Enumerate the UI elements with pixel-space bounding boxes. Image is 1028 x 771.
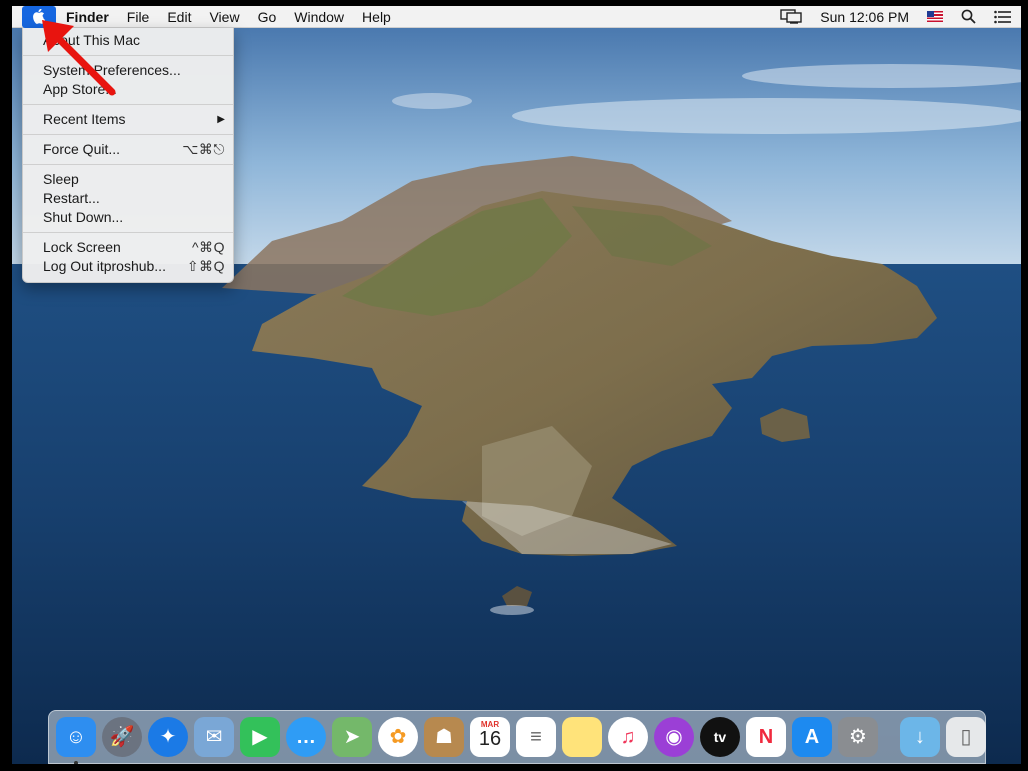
menu-separator: [23, 232, 233, 233]
menu-separator: [23, 134, 233, 135]
reminders-icon[interactable]: ≡: [516, 717, 556, 757]
launchpad-icon[interactable]: 🚀: [102, 717, 142, 757]
menu-item-lock-screen[interactable]: Lock Screen ^⌘Q: [23, 238, 233, 257]
facetime-glyph: ▶: [252, 726, 268, 748]
trash-icon[interactable]: ▯: [946, 717, 986, 757]
podcasts-glyph: ◉: [665, 726, 683, 748]
menu-help[interactable]: Help: [353, 6, 400, 28]
restart-label: Restart...: [43, 190, 100, 206]
recent-items-label: Recent Items: [43, 111, 126, 127]
menubar-clock[interactable]: Sun 12:06 PM: [820, 9, 909, 25]
app-store-label: App Store...: [43, 81, 117, 97]
downloads-folder-glyph: ↓: [915, 726, 925, 748]
menu-view[interactable]: View: [200, 6, 248, 28]
menu-item-recent-items[interactable]: Recent Items ▶: [23, 110, 233, 129]
facetime-icon[interactable]: ▶: [240, 717, 280, 757]
photos-icon[interactable]: ✿: [378, 717, 418, 757]
mail-glyph: ✉: [205, 726, 223, 748]
menu-item-log-out[interactable]: Log Out itproshub... ⇧⌘Q: [23, 257, 233, 276]
app-store-icon[interactable]: A: [792, 717, 832, 757]
reminders-glyph: ≡: [530, 726, 542, 748]
menu-edit[interactable]: Edit: [158, 6, 200, 28]
menu-item-sleep[interactable]: Sleep: [23, 170, 233, 189]
status-area: Sun 12:06 PM: [771, 6, 1021, 28]
system-preferences-icon[interactable]: ⚙: [838, 717, 878, 757]
menu-separator: [23, 104, 233, 105]
menu-item-about-this-mac[interactable]: About This Mac: [23, 31, 233, 50]
system-preferences-label: System Preferences...: [43, 62, 181, 78]
force-quit-label: Force Quit...: [43, 141, 121, 157]
downloads-folder-icon[interactable]: ↓: [900, 717, 940, 757]
submenu-arrow-icon: ▶: [217, 114, 225, 125]
dock: ☺ 🚀 ✦ ✉ ▶ … ➤ ✿ ☗ MAR 16 ≡ ♫ ◉ tv N A ⚙ ↓ ▯: [48, 710, 986, 764]
maps-icon[interactable]: ➤: [332, 717, 372, 757]
podcasts-icon[interactable]: ◉: [654, 717, 694, 757]
finder-glyph: ☺: [65, 726, 87, 748]
desktop-screen: Finder File Edit View Go Window Help Sun…: [12, 6, 1021, 764]
menu-item-app-store[interactable]: App Store...: [23, 80, 233, 99]
calendar-day-label: 16: [478, 728, 502, 750]
log-out-label: Log Out itproshub...: [43, 258, 166, 274]
trash-glyph: ▯: [960, 726, 972, 748]
apple-menu-button[interactable]: [22, 6, 56, 28]
menu-item-system-preferences[interactable]: System Preferences...: [23, 61, 233, 80]
safari-icon[interactable]: ✦: [148, 717, 188, 757]
news-icon[interactable]: N: [746, 717, 786, 757]
contacts-glyph: ☗: [435, 726, 453, 748]
music-glyph: ♫: [620, 726, 636, 748]
contacts-icon[interactable]: ☗: [424, 717, 464, 757]
us-flag-input-icon[interactable]: [927, 11, 943, 22]
spotlight-search-icon[interactable]: [961, 9, 976, 24]
running-indicator: [74, 761, 78, 764]
apple-logo-icon: [32, 9, 45, 24]
music-icon[interactable]: ♫: [608, 717, 648, 757]
display-mirroring-icon[interactable]: [780, 9, 802, 24]
mail-icon[interactable]: ✉: [194, 717, 234, 757]
menu-item-force-quit[interactable]: Force Quit... ⌥⌘⎋: [23, 140, 233, 159]
apple-menu-dropdown: About This Mac System Preferences... App…: [22, 28, 234, 283]
messages-glyph: …: [296, 726, 316, 748]
system-preferences-glyph: ⚙: [849, 726, 867, 748]
calendar-icon[interactable]: MAR 16: [470, 717, 510, 757]
apple-tv-icon[interactable]: tv: [700, 717, 740, 757]
news-glyph: N: [758, 726, 774, 748]
shut-down-label: Shut Down...: [43, 209, 124, 225]
menu-item-restart[interactable]: Restart...: [23, 189, 233, 208]
menu-file[interactable]: File: [118, 6, 159, 28]
notes-icon[interactable]: [562, 717, 602, 757]
tv-label: tv: [713, 729, 727, 745]
lock-screen-label: Lock Screen: [43, 239, 121, 255]
launchpad-glyph: 🚀: [109, 726, 135, 748]
menu-window[interactable]: Window: [285, 6, 353, 28]
force-quit-shortcut: ⌥⌘⎋: [182, 141, 225, 157]
notification-center-icon[interactable]: [994, 10, 1012, 24]
finder-icon[interactable]: ☺: [56, 717, 96, 764]
safari-glyph: ✦: [159, 726, 177, 748]
menu-bar: Finder File Edit View Go Window Help Sun…: [12, 6, 1021, 28]
photos-glyph: ✿: [389, 726, 407, 748]
app-store-glyph: A: [804, 726, 820, 748]
menu-item-shut-down[interactable]: Shut Down...: [23, 208, 233, 227]
lock-screen-shortcut: ^⌘Q: [192, 239, 225, 255]
menu-go[interactable]: Go: [249, 6, 286, 28]
menu-finder[interactable]: Finder: [56, 6, 118, 28]
menu-separator: [23, 55, 233, 56]
log-out-shortcut: ⇧⌘Q: [186, 258, 225, 274]
about-label: About This Mac: [43, 32, 141, 48]
maps-glyph: ➤: [343, 726, 361, 748]
menu-separator: [23, 164, 233, 165]
sleep-label: Sleep: [43, 171, 79, 187]
messages-icon[interactable]: …: [286, 717, 326, 757]
